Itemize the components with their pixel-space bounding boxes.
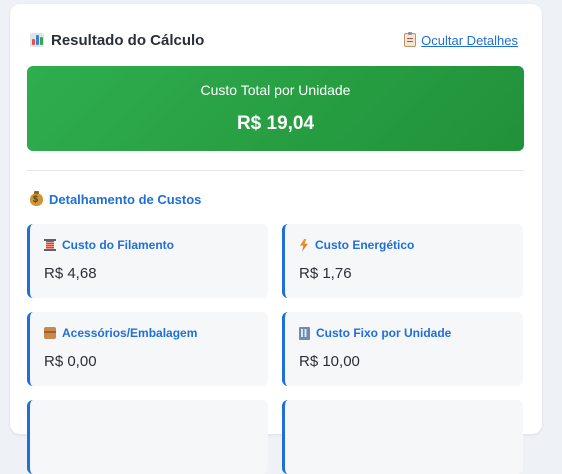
cost-value: R$ 0,00 xyxy=(44,353,97,370)
result-title: Resultado do Cálculo xyxy=(51,31,205,49)
cost-value: R$ 10,00 xyxy=(299,353,360,370)
title-group: Resultado do Cálculo xyxy=(30,32,204,49)
cost-card-accessories: Acessórios/Embalagem R$ 0,00 xyxy=(27,312,268,386)
total-cost-value: R$ 19,04 xyxy=(236,113,315,134)
breakdown-heading: Detalhamento de Custos xyxy=(30,191,202,207)
spool-icon xyxy=(44,239,56,251)
cost-label: Acessórios/Embalagem xyxy=(62,326,198,340)
cost-card-header: Custo do Filamento xyxy=(44,238,174,252)
cost-label: Custo Energético xyxy=(315,238,415,252)
cost-card-partial xyxy=(282,400,523,474)
cost-card-partial xyxy=(27,400,268,474)
cost-card-energy: Custo Energético R$ 1,76 xyxy=(282,224,523,298)
money-bag-icon xyxy=(30,191,43,206)
bar-chart-icon xyxy=(30,33,44,47)
hide-details-link[interactable]: Ocultar Detalhes xyxy=(404,32,518,48)
total-cost-banner: Custo Total por Unidade R$ 19,04 xyxy=(27,66,524,151)
cost-card-header: Acessórios/Embalagem xyxy=(44,326,197,340)
cost-card-header: Custo Energético xyxy=(299,238,414,252)
result-card: Resultado do Cálculo Ocultar Detalhes Cu… xyxy=(10,4,542,474)
cost-label: Custo Fixo por Unidade xyxy=(316,326,452,340)
total-cost-label: Custo Total por Unidade xyxy=(200,82,351,98)
cost-card-filament: Custo do Filamento R$ 4,68 xyxy=(27,224,268,298)
divider xyxy=(27,170,524,171)
cost-label: Custo do Filamento xyxy=(62,238,174,252)
hide-details-label[interactable]: Ocultar Detalhes xyxy=(421,33,518,48)
lightning-icon xyxy=(300,238,308,252)
cost-value: R$ 1,76 xyxy=(299,265,352,282)
breakdown-heading-label: Detalhamento de Custos xyxy=(49,192,202,207)
result-header: Resultado do Cálculo Ocultar Detalhes xyxy=(30,28,522,52)
package-icon xyxy=(44,327,56,339)
building-icon xyxy=(299,326,310,340)
cost-card-header: Custo Fixo por Unidade xyxy=(299,326,451,340)
clipboard-icon xyxy=(404,32,417,47)
cost-value: R$ 4,68 xyxy=(44,265,97,282)
cost-card-fixed: Custo Fixo por Unidade R$ 10,00 xyxy=(282,312,523,386)
